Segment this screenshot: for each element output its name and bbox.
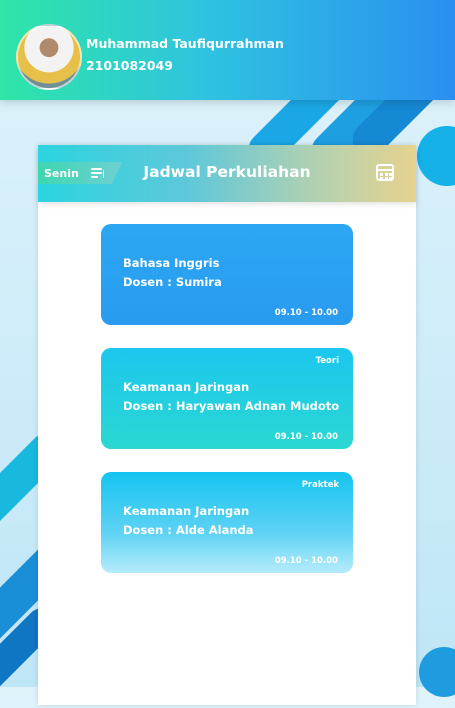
class-time: 09.10 - 10.00 <box>274 432 338 442</box>
calendar-icon[interactable] <box>376 164 394 181</box>
class-subject: Keamanan Jaringan <box>123 380 250 394</box>
class-card[interactable]: Praktek Keamanan Jaringan Dosen : Alde A… <box>101 472 353 573</box>
class-lecturer: Dosen : Sumira <box>123 275 222 289</box>
user-name: Muhammad Taufiqurrahman <box>86 36 284 51</box>
class-lecturer: Dosen : Alde Alanda <box>123 523 254 537</box>
class-subject: Bahasa Inggris <box>123 256 220 270</box>
class-subject: Keamanan Jaringan <box>123 504 250 518</box>
schedule-header: Senin Jadwal Perkuliahan <box>38 145 416 202</box>
class-type-tag: Teori <box>315 356 339 366</box>
profile-header: Muhammad Taufiqurrahman 2101082049 <box>0 0 455 100</box>
class-card[interactable]: Teori Keamanan Jaringan Dosen : Haryawan… <box>101 348 353 449</box>
class-time: 09.10 - 10.00 <box>274 308 338 318</box>
class-time: 09.10 - 10.00 <box>274 556 338 566</box>
user-id: 2101082049 <box>86 58 173 73</box>
class-type-tag: Praktek <box>301 480 339 490</box>
background-circle <box>417 126 455 186</box>
page-title: Jadwal Perkuliahan <box>143 163 311 181</box>
background-circle <box>419 647 455 697</box>
class-card[interactable]: Bahasa Inggris Dosen : Sumira 09.10 - 10… <box>101 224 353 325</box>
avatar[interactable] <box>16 24 82 90</box>
class-lecturer: Dosen : Haryawan Adnan Mudoto <box>123 399 340 413</box>
